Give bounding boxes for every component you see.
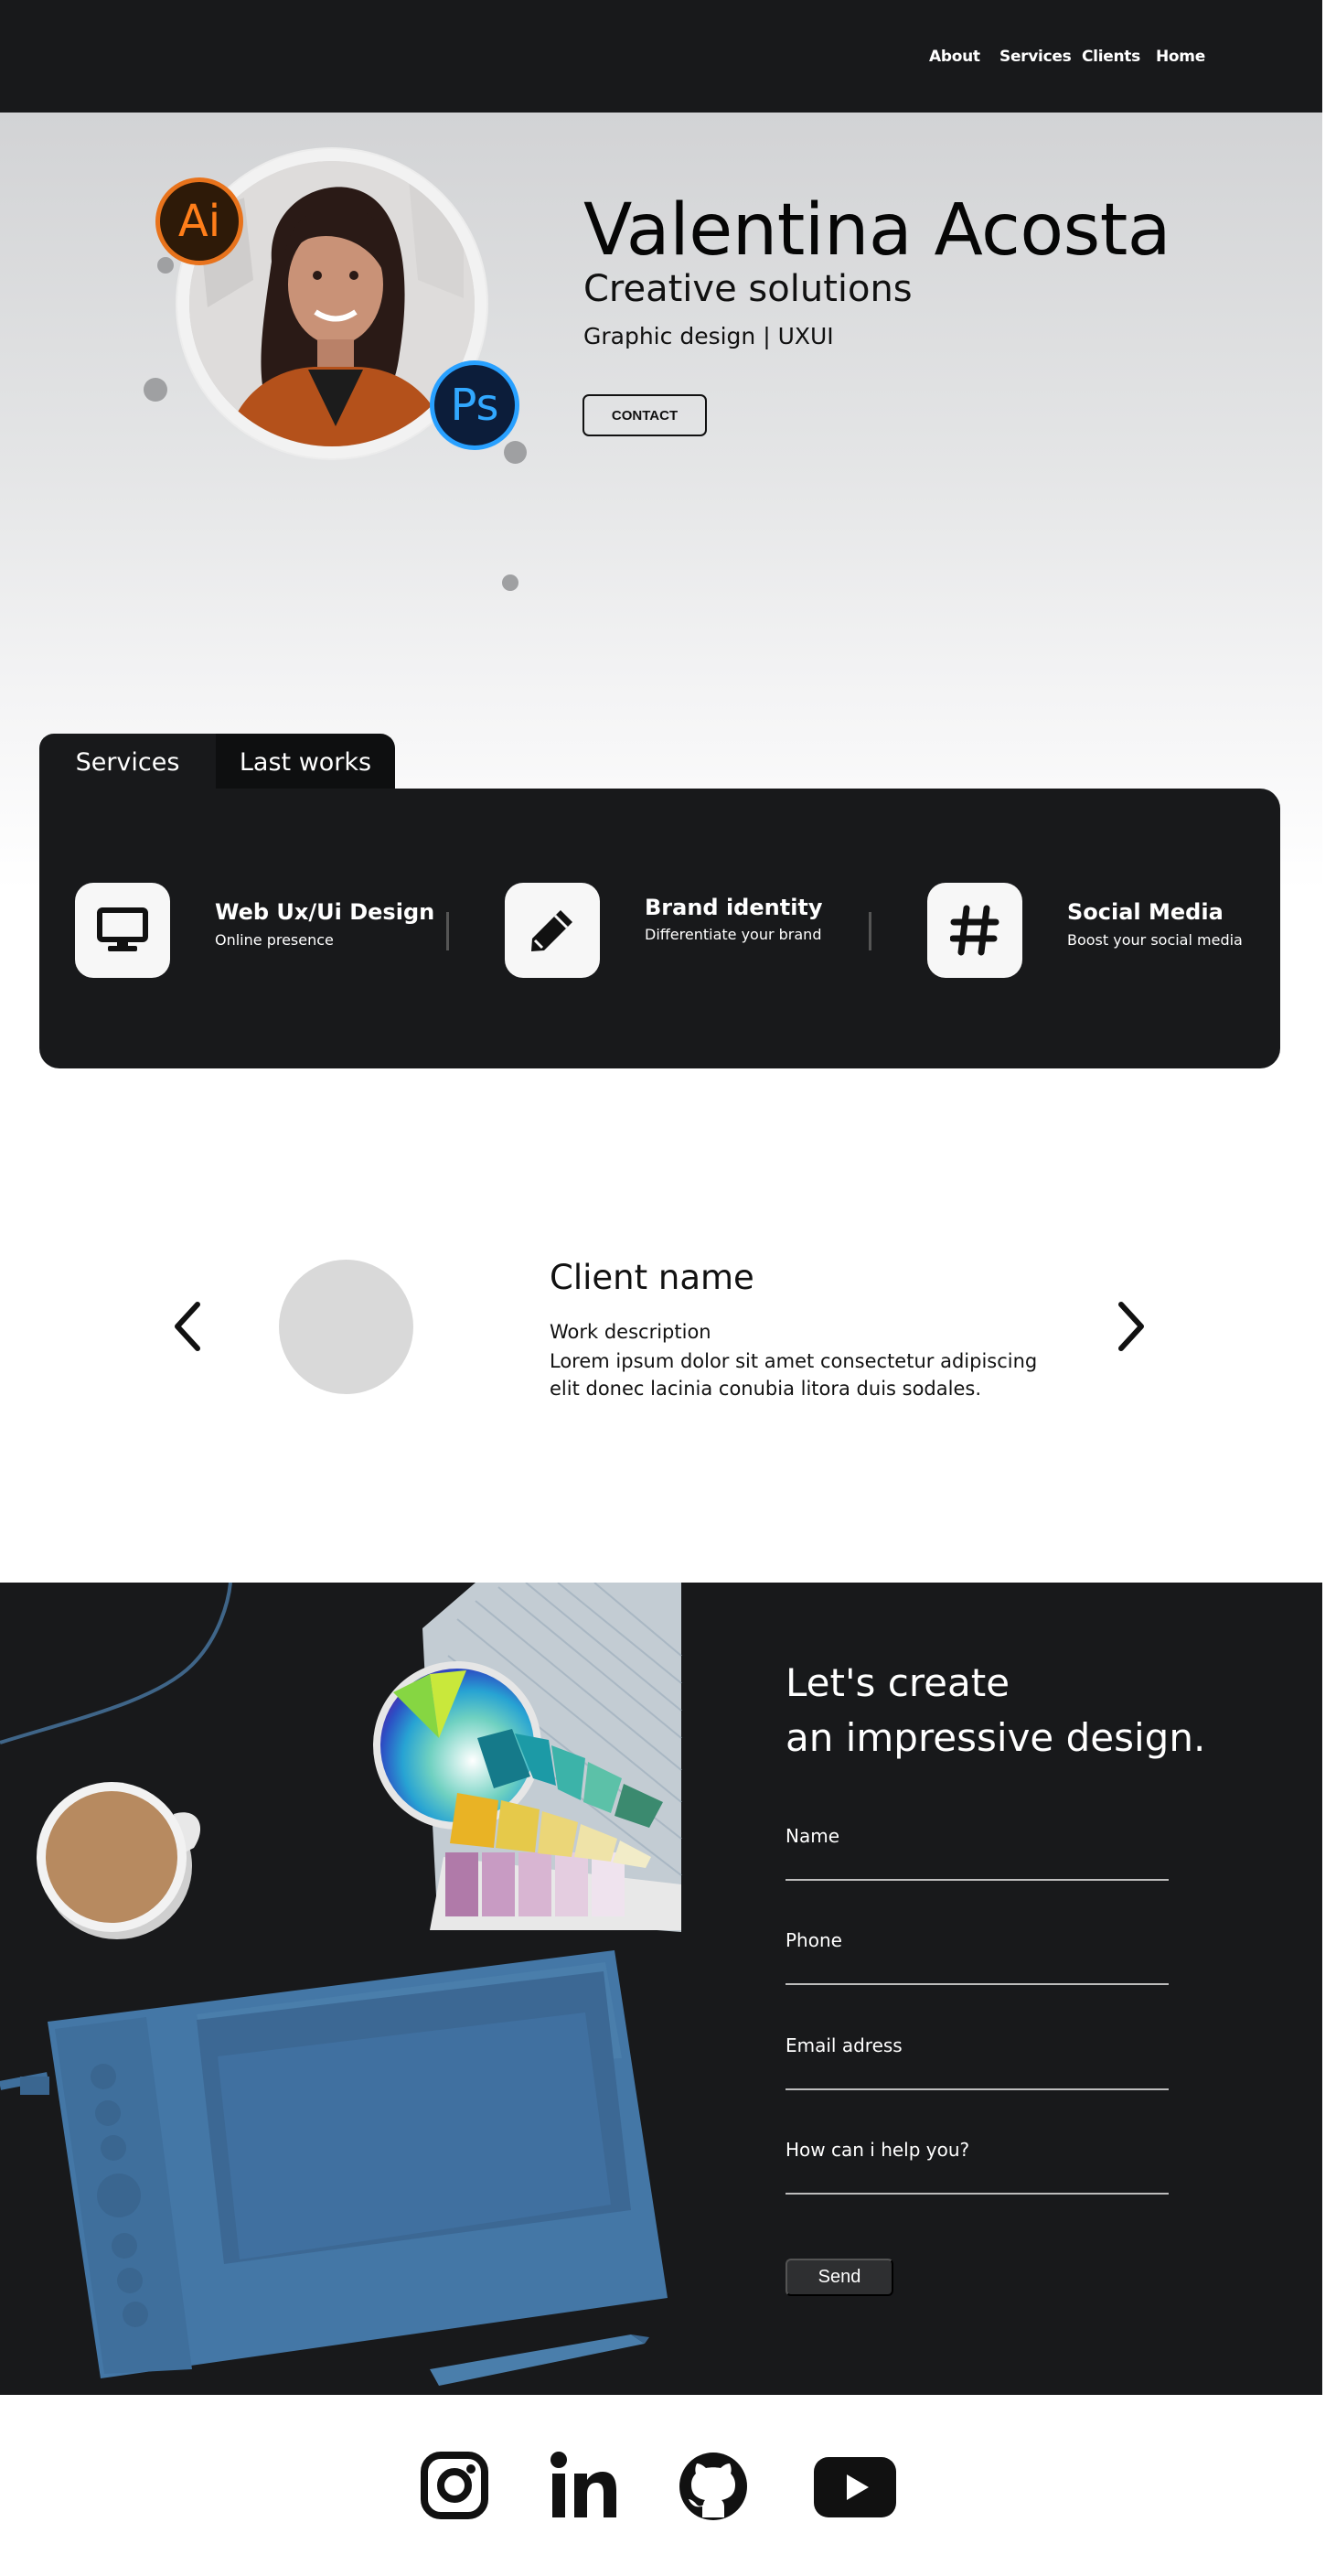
nav-about-link[interactable]: About — [929, 48, 980, 66]
decor-dot — [504, 441, 527, 464]
youtube-icon[interactable] — [814, 2457, 896, 2517]
illustrator-badge-text: Ai — [177, 196, 221, 247]
client-name: Client name — [550, 1258, 754, 1297]
service-card-social[interactable] — [927, 883, 1022, 978]
nav-clients-link[interactable]: Clients — [1082, 48, 1140, 66]
desk-illustration — [0, 1583, 682, 2386]
phone-field[interactable] — [786, 1983, 1169, 1985]
github-icon[interactable] — [679, 2452, 748, 2521]
service-card-brand[interactable] — [505, 883, 600, 978]
decor-dot — [144, 378, 167, 402]
message-field-label: How can i help you? — [786, 2139, 970, 2161]
photoshop-badge-icon: Ps — [430, 360, 519, 450]
hero-subtitle: Creative solutions — [583, 268, 913, 310]
linkedin-icon[interactable] — [550, 2452, 616, 2519]
divider — [869, 912, 871, 950]
nav-services-link[interactable]: Services — [999, 48, 1072, 66]
send-button[interactable]: Send — [786, 2259, 893, 2296]
service-desc: Online presence — [215, 931, 334, 949]
monitor-icon — [97, 907, 148, 951]
service-desc: Differentiate your brand — [645, 926, 822, 943]
message-field[interactable] — [786, 2193, 1169, 2195]
service-card-web[interactable] — [75, 883, 170, 978]
contact-title: Let's create an impressive design. — [786, 1656, 1205, 1766]
illustrator-badge-icon: Ai — [155, 177, 243, 265]
service-title: Social Media — [1067, 899, 1224, 925]
nav-home-link[interactable]: Home — [1156, 48, 1205, 66]
pencil-icon — [531, 910, 572, 951]
tab-services[interactable]: Services — [39, 734, 216, 790]
name-field[interactable] — [786, 1879, 1169, 1881]
decor-dot — [157, 257, 174, 274]
hero-tagline: Graphic design | UXUI — [583, 323, 834, 349]
client-avatar — [279, 1260, 413, 1394]
divider — [446, 912, 449, 950]
instagram-icon[interactable] — [421, 2452, 488, 2519]
name-field-label: Name — [786, 1825, 840, 1847]
client-work-label: Work description — [550, 1321, 711, 1343]
contact-title-line1: Let's create — [786, 1660, 1010, 1705]
top-navbar: About Services Clients Home — [0, 0, 1322, 113]
contact-button[interactable]: CONTACT — [582, 394, 707, 436]
service-desc: Boost your social media — [1067, 931, 1243, 949]
tab-last-works[interactable]: Last works — [216, 734, 395, 790]
email-field[interactable] — [786, 2088, 1169, 2090]
photoshop-badge-text: Ps — [450, 380, 499, 431]
chevron-left-icon[interactable] — [170, 1299, 207, 1354]
service-title: Brand identity — [645, 895, 823, 920]
contact-title-line2: an impressive design. — [786, 1715, 1206, 1760]
phone-field-label: Phone — [786, 1929, 842, 1951]
hero-name: Valentina Acosta — [583, 189, 1171, 272]
email-field-label: Email adress — [786, 2034, 903, 2056]
decor-dot — [502, 574, 518, 591]
hashtag-icon — [950, 905, 999, 956]
service-title: Web Ux/Ui Design — [215, 899, 435, 925]
chevron-right-icon[interactable] — [1112, 1299, 1149, 1354]
client-description: Lorem ipsum dolor sit amet consectetur a… — [550, 1350, 1038, 1400]
